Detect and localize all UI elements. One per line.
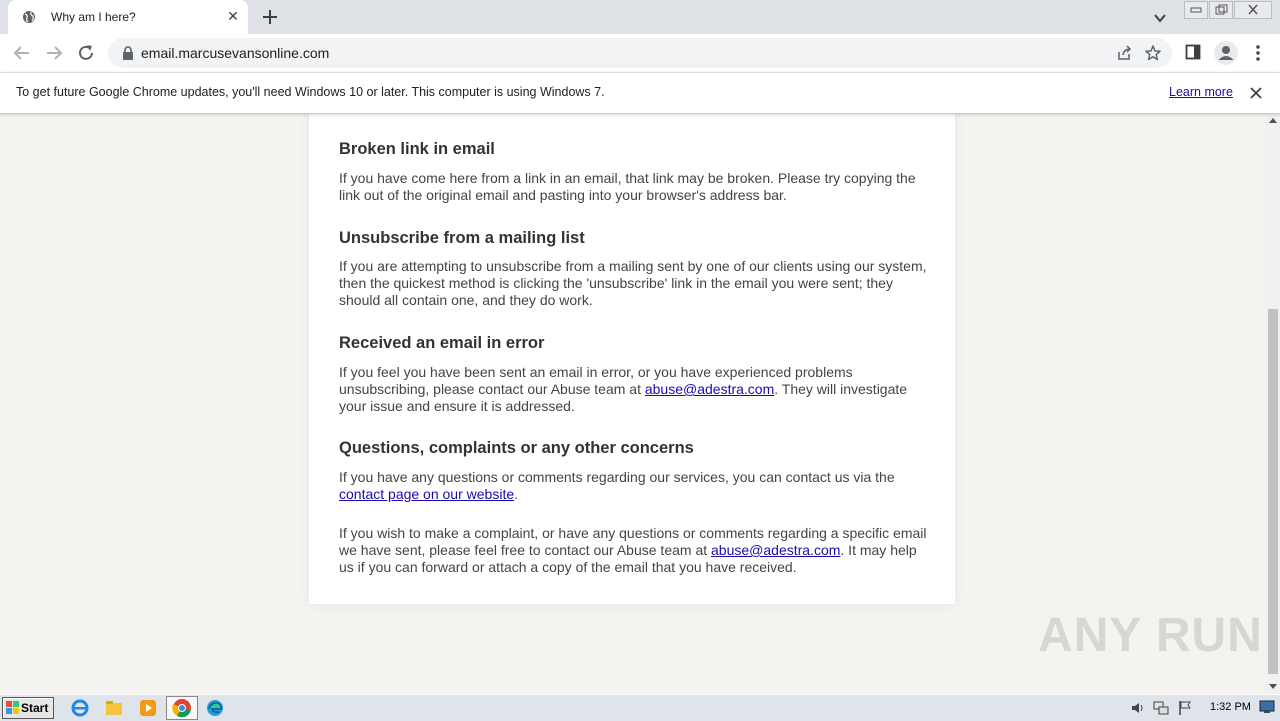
globe-icon <box>23 11 35 23</box>
restore-button[interactable] <box>1209 1 1233 19</box>
section-text-unsubscribe: If you are attempting to unsubscribe fro… <box>339 258 927 308</box>
contact-page-link[interactable]: contact page on our website <box>339 486 514 502</box>
new-tab-icon[interactable] <box>261 8 279 26</box>
tab-close-icon[interactable]: ✕ <box>226 9 240 23</box>
windows-taskbar: Start 1:32 PM <box>0 694 1280 721</box>
media-player-icon[interactable] <box>138 698 158 718</box>
abuse-email-link[interactable]: abuse@adestra.com <box>645 381 774 397</box>
section-text-broken-link: If you have come here from a link in an … <box>339 170 916 203</box>
lock-icon[interactable] <box>122 46 134 60</box>
windows-logo-icon <box>6 701 19 714</box>
system-clock[interactable]: 1:32 PM <box>1210 701 1251 713</box>
content-card: Broken link in email If you have come he… <box>309 113 955 604</box>
profile-avatar-icon[interactable] <box>1214 41 1238 65</box>
forward-arrow-icon[interactable] <box>44 43 64 63</box>
start-label: Start <box>21 701 49 715</box>
action-center-flag-icon[interactable] <box>1177 700 1193 716</box>
tab-strip: Why am I here? ✕ <box>0 0 1280 34</box>
scroll-thumb[interactable] <box>1268 309 1278 674</box>
side-panel-icon[interactable] <box>1185 44 1201 60</box>
scroll-up-arrow-icon[interactable] <box>1269 118 1277 123</box>
chrome-icon <box>172 699 191 718</box>
browser-toolbar: email.marcusevansonline.com <box>0 34 1280 72</box>
text-segment: If you have any questions or comments re… <box>339 469 895 485</box>
close-window-button[interactable] <box>1234 1 1272 19</box>
section-heading-unsubscribe: Unsubscribe from a mailing list <box>339 229 585 247</box>
page-viewport: Broken link in email If you have come he… <box>0 113 1266 694</box>
share-icon[interactable] <box>1116 45 1132 61</box>
section-heading-broken-link: Broken link in email <box>339 140 495 158</box>
scroll-down-arrow-icon[interactable] <box>1269 684 1277 689</box>
learn-more-link[interactable]: Learn more <box>1169 85 1233 99</box>
update-infobar: To get future Google Chrome updates, you… <box>0 72 1280 114</box>
section-text-complaints: If you wish to make a complaint, or have… <box>339 525 929 576</box>
section-text-email-error: If you feel you have been sent an email … <box>339 364 929 415</box>
reload-icon[interactable] <box>76 43 96 63</box>
address-bar[interactable]: email.marcusevansonline.com <box>108 38 1172 68</box>
chevron-down-icon[interactable] <box>1152 10 1168 26</box>
url-text[interactable]: email.marcusevansonline.com <box>141 45 329 61</box>
anyrun-watermark: ANY RUN <box>1038 609 1263 662</box>
section-heading-email-error: Received an email in error <box>339 334 545 352</box>
internet-explorer-icon[interactable] <box>70 698 90 718</box>
system-tray <box>1122 696 1280 720</box>
edge-icon[interactable] <box>205 698 225 718</box>
file-explorer-icon[interactable] <box>104 698 124 718</box>
show-desktop-icon[interactable] <box>1259 700 1275 714</box>
bookmark-star-icon[interactable] <box>1144 44 1162 62</box>
speaker-icon[interactable] <box>1130 700 1146 716</box>
text-segment: . <box>514 486 519 502</box>
infobar-close-icon[interactable] <box>1249 86 1263 100</box>
kebab-menu-icon[interactable] <box>1250 44 1266 62</box>
chrome-taskbar-button[interactable] <box>166 696 198 720</box>
infobar-message: To get future Google Chrome updates, you… <box>16 85 605 99</box>
minimize-icon <box>1190 7 1202 13</box>
vertical-scrollbar[interactable] <box>1266 113 1280 694</box>
back-arrow-icon[interactable] <box>12 43 32 63</box>
restore-icon <box>1215 4 1228 15</box>
tab-title: Why am I here? <box>51 10 136 24</box>
close-icon <box>1248 4 1258 15</box>
browser-tab[interactable]: Why am I here? ✕ <box>8 0 248 34</box>
start-button[interactable]: Start <box>2 697 54 719</box>
network-icon[interactable] <box>1153 700 1169 716</box>
section-heading-questions: Questions, complaints or any other conce… <box>339 439 694 457</box>
abuse-email-link-2[interactable]: abuse@adestra.com <box>711 542 840 558</box>
minimize-button[interactable] <box>1184 1 1208 19</box>
section-text-questions: If you have any questions or comments re… <box>339 469 929 503</box>
